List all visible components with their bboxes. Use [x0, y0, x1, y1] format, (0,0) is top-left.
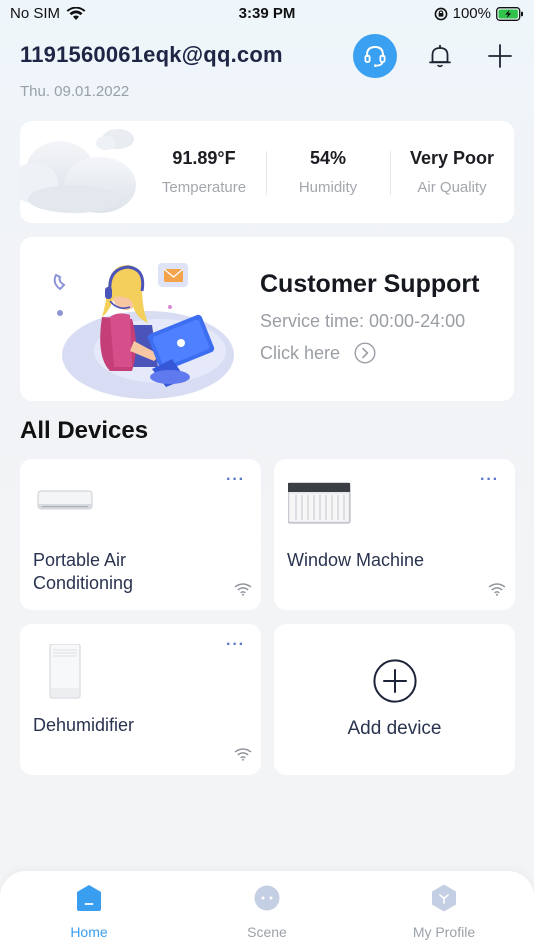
device-name: Dehumidifier	[33, 714, 134, 737]
device-name-line: Window Machine	[287, 550, 425, 570]
device-card-dehumidifier[interactable]: ··· Dehumidifier	[20, 624, 261, 775]
wifi-status-icon	[234, 583, 252, 596]
air-quality-stat: Very Poor Air Quality	[396, 121, 508, 223]
device-name-line: Conditioning	[33, 573, 134, 593]
device-menu-button[interactable]: ···	[226, 471, 245, 489]
humidity-value: 54%	[309, 148, 347, 168]
customer-service-button[interactable]	[353, 34, 397, 78]
air-quality-label: Air Quality	[417, 179, 487, 196]
device-name-line: Dehumidifier	[33, 715, 135, 735]
orientation-lock-icon	[434, 7, 448, 20]
tab-label: My Profile	[412, 924, 476, 940]
customer-support-title: Customer Support	[260, 270, 480, 298]
tab-home[interactable]: Home	[29, 883, 149, 940]
temperature-stat: 91.89°F Temperature	[150, 121, 258, 223]
air-quality-value: Very Poor	[409, 148, 495, 168]
click-here-label: Click here	[260, 342, 341, 363]
add-button[interactable]	[485, 41, 515, 71]
customer-support-card[interactable]: Customer Support Service time: 00:00-24:…	[20, 237, 514, 401]
divider	[266, 151, 267, 195]
add-device-label: Add device	[347, 718, 442, 739]
scene-icon	[254, 885, 280, 911]
headset-icon	[364, 45, 386, 67]
home-icon	[77, 885, 101, 911]
device-name-line: Portable Air	[33, 550, 127, 570]
profile-icon	[432, 884, 456, 912]
plus-icon	[488, 44, 512, 68]
battery-percent: 100%	[452, 5, 491, 22]
all-devices-heading: All Devices	[20, 417, 149, 444]
device-menu-button[interactable]: ···	[480, 471, 499, 489]
device-card-window-machine[interactable]: ··· Window Machine	[274, 459, 515, 610]
tab-scene[interactable]: Scene	[207, 883, 327, 940]
device-name: Window Machine	[287, 549, 424, 572]
device-menu-button[interactable]: ···	[226, 636, 245, 654]
support-agent-illustration	[53, 263, 234, 399]
tab-label: Scene	[247, 924, 287, 940]
click-here-link[interactable]: Click here	[260, 342, 376, 364]
bell-icon	[429, 44, 451, 68]
tab-bar: Home Scene My Profile	[0, 871, 534, 950]
wifi-status-icon	[488, 583, 506, 596]
tab-label: Home	[70, 924, 108, 940]
air-conditioner-icon	[37, 490, 93, 510]
add-device-card[interactable]: Add device	[274, 624, 515, 775]
status-bar: No SIM 3:39 PM 100%	[0, 0, 534, 30]
notifications-button[interactable]	[425, 41, 455, 71]
temperature-label: Temperature	[161, 179, 247, 196]
service-time-text: Service time: 00:00-24:00	[260, 311, 466, 331]
chevron-right-circle-icon	[354, 342, 376, 364]
battery-charging-icon	[496, 6, 523, 21]
account-email: 1191560061eqk@qq.com	[20, 42, 283, 67]
weather-card: 91.89°F Temperature 54% Humidity Very Po…	[20, 121, 514, 223]
device-name: Portable Air Conditioning	[33, 549, 133, 595]
header: 1191560061eqk@qq.com Thu. 09.01.2022	[20, 34, 515, 110]
dehumidifier-icon	[49, 644, 81, 699]
wifi-status-icon	[234, 748, 252, 761]
temperature-value: 91.89°F	[172, 148, 236, 168]
device-card-portable-ac[interactable]: ··· Portable Air Conditioning	[20, 459, 261, 610]
humidity-label: Humidity	[298, 179, 358, 196]
humidity-stat: 54% Humidity	[274, 121, 382, 223]
add-circle-icon	[373, 659, 417, 703]
cloud-icon	[20, 129, 136, 213]
current-date: Thu. 09.01.2022	[20, 83, 130, 100]
window-ac-icon	[288, 482, 351, 524]
tab-my-profile[interactable]: My Profile	[384, 883, 504, 940]
divider	[390, 151, 391, 195]
